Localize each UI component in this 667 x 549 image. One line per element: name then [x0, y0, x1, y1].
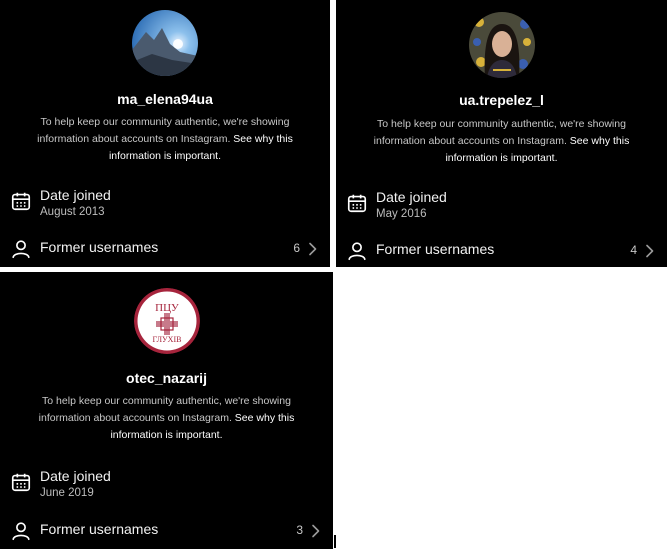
chevron-right-icon [646, 244, 654, 258]
person-icon [12, 240, 30, 259]
former-usernames-label: Former usernames [376, 241, 495, 257]
date-joined-title: Date joined [40, 187, 111, 203]
text-cursor [334, 535, 336, 548]
calendar-icon [11, 192, 31, 211]
profile-avatar [132, 10, 198, 76]
date-joined-value: May 2016 [376, 208, 427, 220]
former-usernames-row[interactable]: Former usernames 3 [10, 520, 323, 549]
former-usernames-count: 3 [296, 523, 303, 537]
account-info-panel: ma_elena94ua To help keep our community … [0, 0, 330, 267]
avatar-photo-portrait [468, 12, 535, 78]
former-usernames-count: 6 [293, 241, 300, 255]
account-info-panel: ua.trepelez_l To help keep our community… [336, 0, 667, 267]
former-usernames-count: 4 [630, 243, 637, 257]
date-joined-row: Date joined June 2019 [10, 467, 323, 501]
calendar-icon [347, 194, 367, 213]
logo-text-bottom: ГЛУХІВ [152, 335, 181, 344]
avatar-photo-landscape [132, 10, 198, 76]
logo-text-top: ПЦУ [155, 302, 179, 314]
date-joined-row: Date joined May 2016 [346, 188, 657, 222]
date-joined-title: Date joined [376, 189, 447, 205]
info-text-block: To help keep our community authentic, we… [20, 114, 310, 165]
calendar-icon [11, 473, 31, 492]
username: ua.trepelez_l [459, 92, 544, 108]
profile-avatar: ПЦУ ГЛУХІВ [133, 288, 200, 354]
date-joined-title: Date joined [40, 468, 111, 484]
account-info-panel: ПЦУ ГЛУХІВ otec_nazarij To help keep our… [0, 272, 333, 549]
chevron-right-icon [309, 242, 317, 256]
former-usernames-label: Former usernames [40, 521, 159, 537]
person-icon [348, 242, 366, 261]
profile-avatar [468, 12, 535, 78]
info-text-block: To help keep our community authentic, we… [20, 393, 313, 444]
former-usernames-label: Former usernames [40, 239, 159, 255]
info-text-block: To help keep our community authentic, we… [356, 116, 647, 167]
chevron-right-icon [312, 524, 320, 538]
date-joined-value: August 2013 [40, 206, 105, 218]
username: ma_elena94ua [117, 91, 213, 107]
date-joined-value: June 2019 [40, 487, 94, 499]
date-joined-row: Date joined August 2013 [10, 186, 320, 220]
avatar-logo: ПЦУ ГЛУХІВ [133, 288, 200, 354]
person-icon [12, 522, 30, 541]
former-usernames-row[interactable]: Former usernames 4 [346, 240, 657, 267]
former-usernames-row[interactable]: Former usernames 6 [10, 238, 320, 267]
username: otec_nazarij [126, 370, 207, 386]
